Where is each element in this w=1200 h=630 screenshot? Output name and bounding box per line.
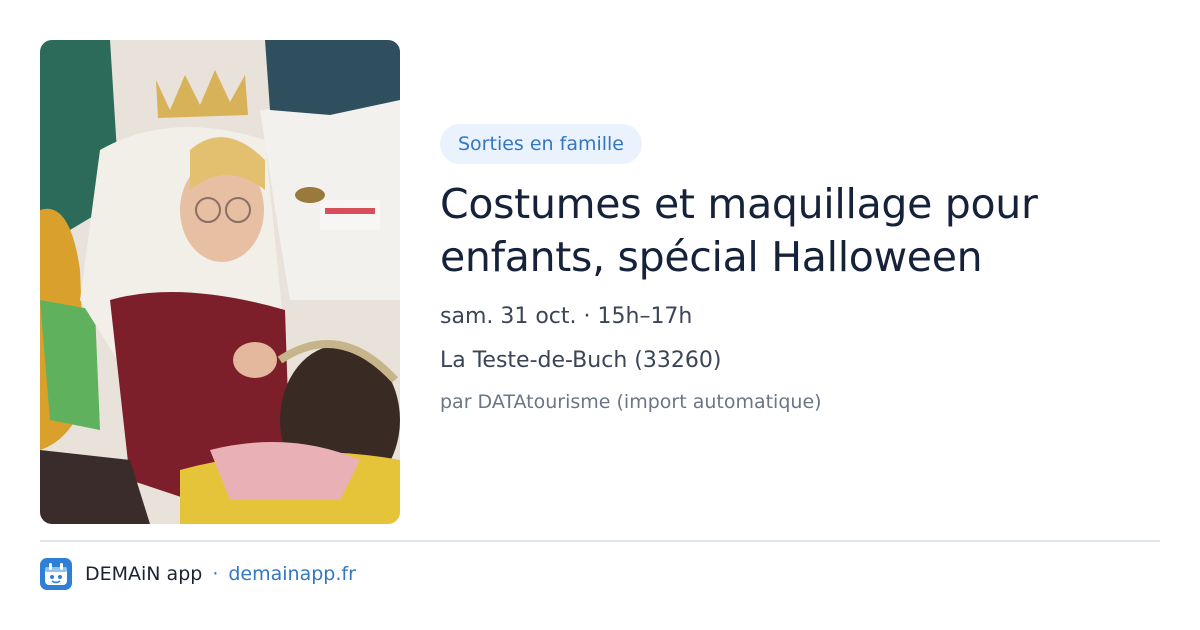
event-source: par DATAtourisme (import automatique): [440, 391, 822, 413]
footer-divider: [40, 540, 1160, 542]
category-tag[interactable]: Sorties en famille: [440, 124, 642, 164]
event-title: Costumes et maquillage pour enfants, spé…: [440, 180, 1038, 281]
app-domain-link[interactable]: demainapp.fr: [228, 563, 356, 585]
footer: DEMAiN app · demainapp.fr: [40, 558, 356, 590]
footer-separator: ·: [212, 563, 219, 585]
event-location: La Teste-de-Buch (33260): [440, 348, 722, 373]
event-details: Sorties en famille Costumes et maquillag…: [440, 124, 1160, 414]
event-datetime: sam. 31 oct. · 15h–17h: [440, 304, 693, 329]
app-name: DEMAiN app: [85, 563, 203, 585]
demain-app-logo-icon: [40, 558, 72, 590]
face-painting-photo: [40, 40, 400, 524]
event-photo: [40, 40, 400, 524]
